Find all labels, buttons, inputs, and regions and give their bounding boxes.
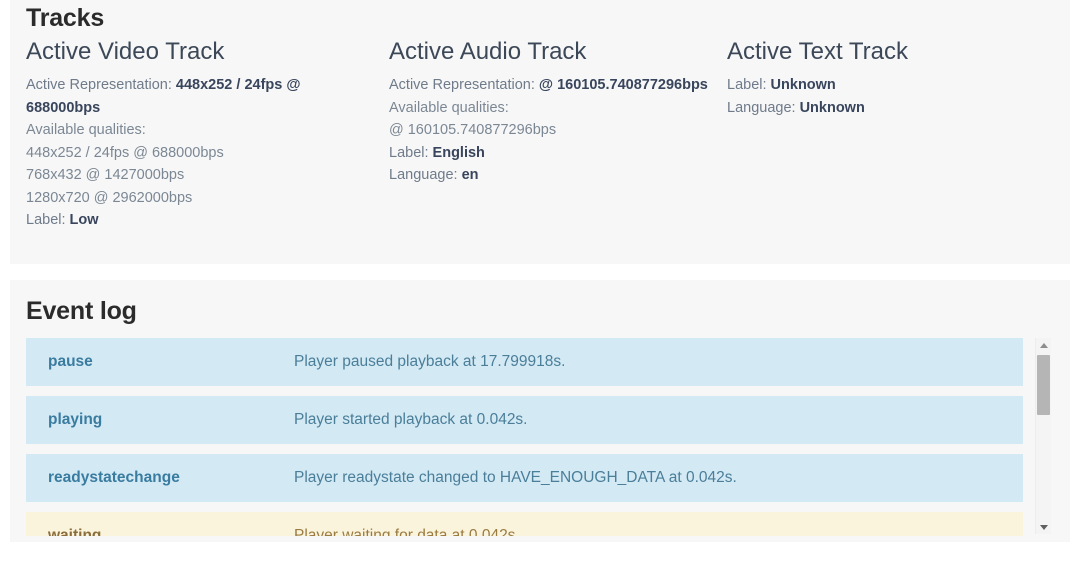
video-active-representation: Active Representation: 448x252 / 24fps @… <box>26 74 376 119</box>
text-language: Language: Unknown <box>727 97 1057 120</box>
audio-language-key: Language: <box>389 167 462 183</box>
video-quality-item: 1280x720 @ 2962000bps <box>26 189 193 206</box>
triangle-up-icon <box>1039 342 1048 348</box>
video-label-key: Label: <box>26 212 70 228</box>
active-video-track-column: Active Video Track Active Representation… <box>26 36 376 232</box>
event-name: waiting <box>48 527 102 536</box>
triangle-down-icon <box>1039 524 1048 530</box>
table-row[interactable]: playing Player started playback at 0.042… <box>26 396 1023 444</box>
table-row[interactable]: waiting Player waiting for data at 0.042… <box>26 512 1023 536</box>
text-label-value: Unknown <box>770 77 836 93</box>
video-available-qualities-label: Available qualities: <box>26 122 146 138</box>
event-message: Player waiting for data at 0.042s. <box>294 527 520 536</box>
text-label: Label: Unknown <box>727 74 1057 97</box>
active-audio-track-column: Active Audio Track Active Representation… <box>389 36 719 187</box>
video-active-representation-label: Active Representation: <box>26 77 176 93</box>
event-name: playing <box>48 411 103 428</box>
event-log-panel: Event log pause Player paused playback a… <box>10 280 1070 542</box>
event-log-list: pause Player paused playback at 17.79991… <box>26 338 1023 536</box>
event-log-scrollbar[interactable] <box>1035 338 1051 534</box>
audio-language-value: en <box>461 167 479 183</box>
audio-active-representation-label: Active Representation: <box>389 77 539 93</box>
active-video-track-heading: Active Video Track <box>26 38 225 65</box>
diagnostics-page: Tracks Active Video Track Active Represe… <box>0 0 1080 570</box>
event-name: readystatechange <box>48 469 180 486</box>
audio-quality-item: @ 160105.740877296bps <box>389 122 557 138</box>
text-language-value: Unknown <box>799 99 865 116</box>
audio-label: Label: English <box>389 142 719 165</box>
tracks-title: Tracks <box>26 4 105 32</box>
video-label-value: Low <box>69 212 99 228</box>
video-quality-item: 448x252 / 24fps @ 688000bps <box>26 144 224 161</box>
audio-language: Language: en <box>389 164 719 187</box>
event-log-title: Event log <box>26 297 137 325</box>
video-label: Label: Low <box>26 209 376 232</box>
event-message: Player paused playback at 17.799918s. <box>294 353 566 370</box>
event-name: pause <box>48 353 93 370</box>
event-message: Player readystate changed to HAVE_ENOUGH… <box>294 469 737 486</box>
scrollbar-thumb[interactable] <box>1037 355 1050 415</box>
tracks-grid: Active Video Track Active Representation… <box>10 36 1070 246</box>
audio-active-representation: Active Representation: @ 160105.74087729… <box>389 74 719 97</box>
audio-label-value: English <box>432 144 485 161</box>
table-row[interactable]: pause Player paused playback at 17.79991… <box>26 338 1023 386</box>
audio-available-qualities-label: Available qualities: <box>389 99 509 116</box>
scroll-down-button[interactable] <box>1036 520 1051 534</box>
video-quality-item: 768x432 @ 1427000bps <box>26 167 185 183</box>
text-label-key: Label: <box>727 77 771 93</box>
active-text-track-column: Active Text Track Label: Unknown Languag… <box>727 36 1057 119</box>
active-text-track-heading: Active Text Track <box>727 38 908 65</box>
table-row[interactable]: readystatechange Player readystate chang… <box>26 454 1023 502</box>
scroll-up-button[interactable] <box>1036 338 1051 352</box>
text-language-key: Language: <box>727 99 800 116</box>
audio-label-key: Label: <box>389 144 433 161</box>
event-log-viewport[interactable]: pause Player paused playback at 17.79991… <box>26 338 1054 536</box>
audio-active-representation-value: @ 160105.740877296bps <box>538 77 708 93</box>
tracks-panel: Tracks Active Video Track Active Represe… <box>10 0 1070 264</box>
active-audio-track-heading: Active Audio Track <box>389 38 587 65</box>
event-message: Player started playback at 0.042s. <box>294 411 528 428</box>
